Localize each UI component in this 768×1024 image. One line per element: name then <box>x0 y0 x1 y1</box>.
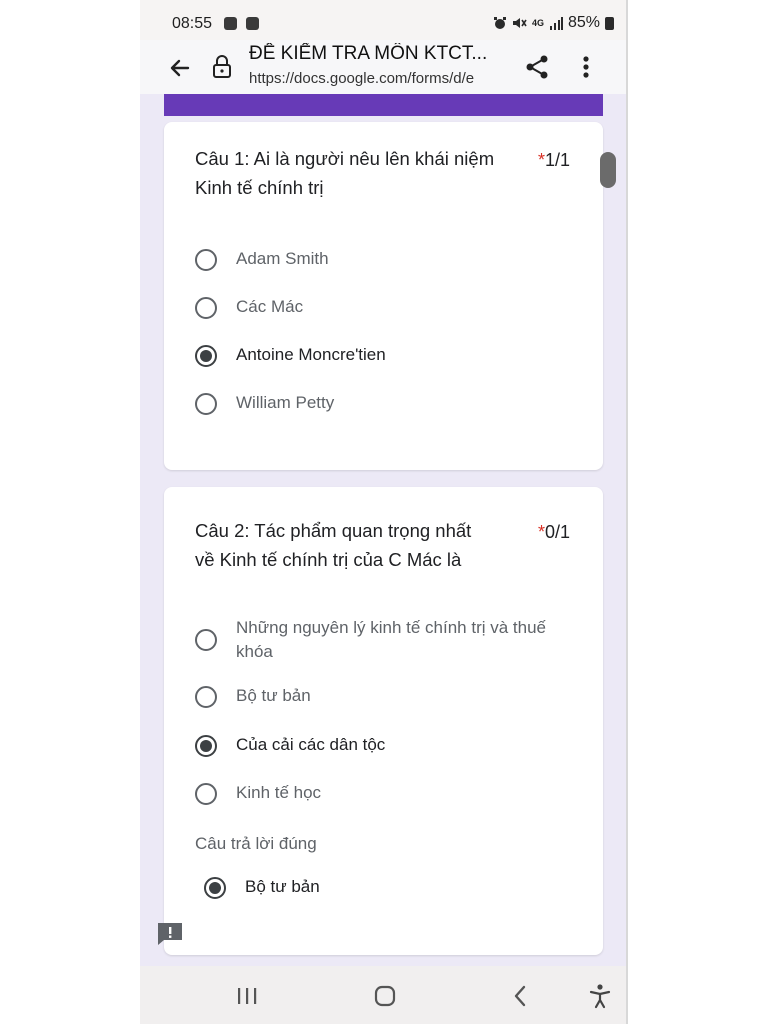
home-icon[interactable] <box>374 985 396 1007</box>
scroll-handle[interactable] <box>600 152 616 188</box>
option-label: Những nguyên lý kinh tế chính trị và thu… <box>236 618 547 661</box>
page-title: ĐỀ KIỂM TRA MÔN KTCT... <box>249 43 488 64</box>
required-star: * <box>537 522 545 542</box>
radio-unchecked[interactable] <box>195 783 217 805</box>
share-icon[interactable] <box>524 53 550 81</box>
signal-icon <box>549 16 563 30</box>
question-2-option-2[interactable]: Bộ tư bản <box>195 684 575 714</box>
screen-edge <box>626 0 628 1024</box>
correct-answer-option: Bộ tư bản <box>204 875 584 905</box>
battery-level: 85% <box>567 14 600 31</box>
question-card-2: Câu 2: Tác phẩm quan trọng nhất về Kinh … <box>164 487 603 955</box>
question-2-score: *0/1 <box>537 522 570 542</box>
question-1-option-4[interactable]: William Petty <box>195 391 575 421</box>
option-label: Bộ tư bản <box>236 686 311 705</box>
radio-checked <box>204 877 226 899</box>
app-notification-icon <box>246 17 259 30</box>
question-2-option-1[interactable]: Những nguyên lý kinh tế chính trị và thu… <box>195 616 575 666</box>
nav-back-icon[interactable] <box>512 984 528 1008</box>
required-star: * <box>537 150 545 170</box>
network-type: 4G <box>531 17 544 28</box>
system-nav-bar <box>140 966 628 1024</box>
lock-icon[interactable] <box>212 54 232 80</box>
page-url[interactable]: https://docs.google.com/forms/d/e <box>249 70 506 87</box>
question-1-text: Câu 1: Ai là người nêu lên khái niệm Kin… <box>195 148 495 198</box>
option-label: William Petty <box>236 393 335 412</box>
status-time: 08:55 <box>172 15 213 32</box>
battery-icon <box>605 16 614 30</box>
question-1-option-2[interactable]: Các Mác <box>195 295 575 325</box>
radio-unchecked[interactable] <box>195 629 217 651</box>
radio-unchecked[interactable] <box>195 393 217 415</box>
feedback-icon[interactable] <box>156 921 184 947</box>
question-card-1: Câu 1: Ai là người nêu lên khái niệm Kin… <box>164 122 603 470</box>
radio-checked[interactable] <box>195 735 217 757</box>
option-label: Kinh tế học <box>236 783 322 802</box>
radio-unchecked[interactable] <box>195 249 217 271</box>
alarm-icon <box>493 17 506 29</box>
option-label: Adam Smith <box>236 249 329 268</box>
question-2-option-4[interactable]: Kinh tế học <box>195 781 575 811</box>
mute-icon <box>512 18 527 28</box>
radio-unchecked[interactable] <box>195 297 217 319</box>
option-label: Của cải các dân tộc <box>236 735 386 754</box>
status-bar: 08:55 4G 85% <box>140 0 628 40</box>
phone-screen: 08:55 4G 85% ĐỀ KIỂM TRA MÔN KTCT... htt… <box>140 0 628 1024</box>
status-indicators: 4G 85% <box>493 14 614 32</box>
recent-apps-icon[interactable] <box>236 986 258 1006</box>
question-2-option-3[interactable]: Của cải các dân tộc <box>195 733 575 763</box>
radio-checked[interactable] <box>195 345 217 367</box>
question-1-option-3[interactable]: Antoine Moncre'tien <box>195 343 575 373</box>
correct-answer-heading: Câu trả lời đúng <box>195 834 317 853</box>
accessibility-icon[interactable] <box>589 983 611 1009</box>
question-2-text: Câu 2: Tác phẩm quan trọng nhất về Kinh … <box>195 520 472 570</box>
zalo-notification-icon <box>224 17 237 30</box>
browser-toolbar: ĐỀ KIỂM TRA MÔN KTCT... https://docs.goo… <box>140 40 628 94</box>
question-1-option-1[interactable]: Adam Smith <box>195 247 575 277</box>
more-vert-icon[interactable] <box>576 53 596 81</box>
form-header-accent <box>164 94 603 116</box>
question-1-score: *1/1 <box>537 150 570 170</box>
correct-answer-label: Bộ tư bản <box>245 877 320 896</box>
radio-unchecked[interactable] <box>195 686 217 708</box>
option-label: Antoine Moncre'tien <box>236 345 386 364</box>
back-arrow-icon[interactable] <box>166 54 194 82</box>
option-label: Các Mác <box>236 297 304 316</box>
